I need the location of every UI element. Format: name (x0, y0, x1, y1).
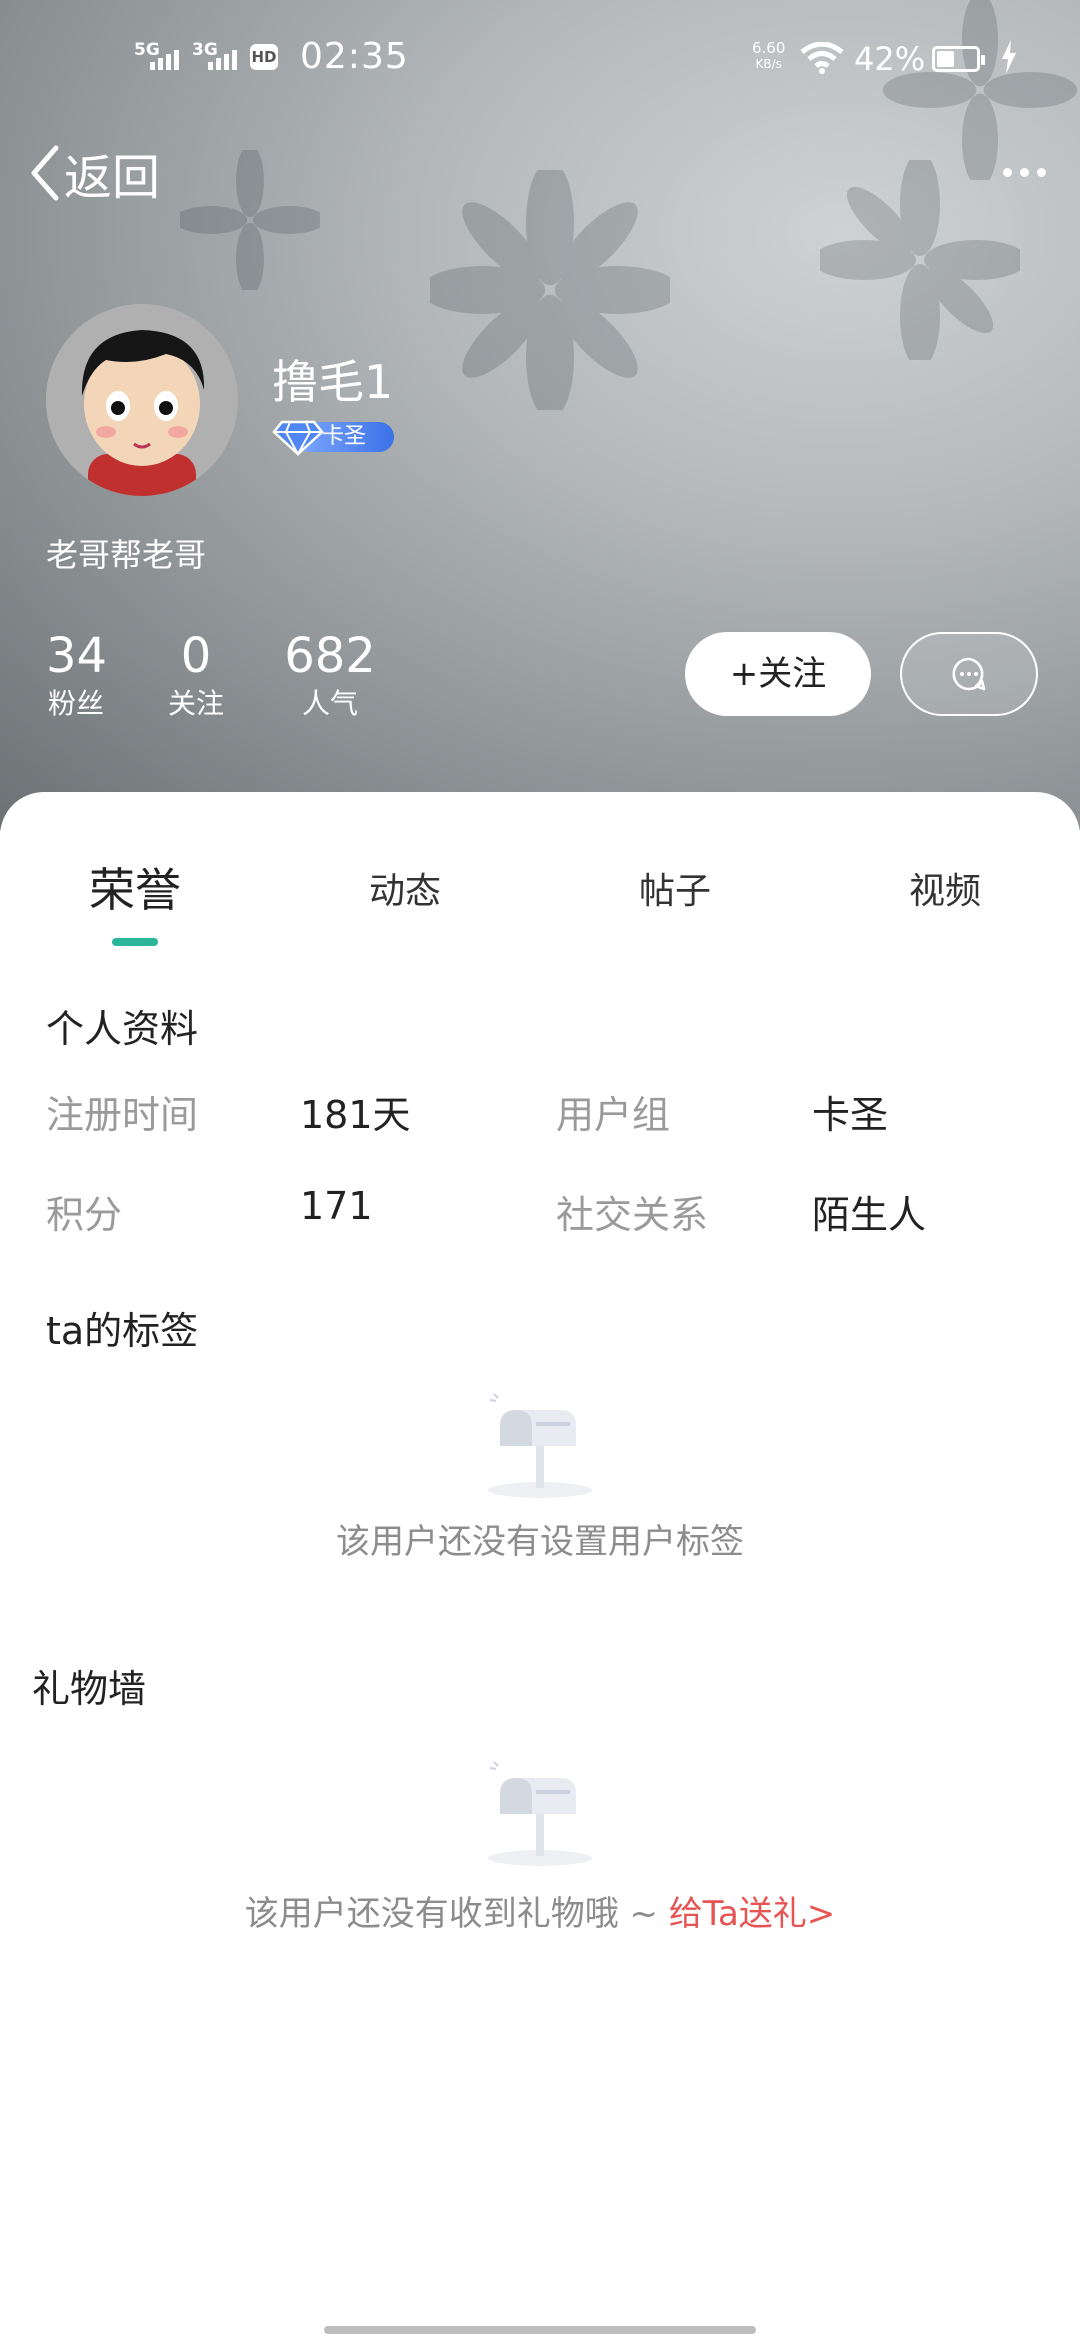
user-level-badge: 卡圣 (272, 420, 394, 456)
info-value-points: 171 (300, 1184, 373, 1228)
info-label-points: 积分 (46, 1193, 123, 1237)
profile-header: 5G 3G HD 02:35 6.60 KB/s 42% 返回 撸毛1 卡圣 老… (0, 0, 1080, 830)
info-label-register-time: 注册时间 (46, 1093, 199, 1137)
chevron-left-icon (31, 145, 59, 201)
info-value-register-time: 181天 (300, 1093, 411, 1137)
top-nav: 返回 (0, 130, 1080, 210)
stat-label: 粉丝 (47, 687, 104, 720)
more-button[interactable] (1003, 168, 1046, 177)
tab-honor[interactable]: 荣誉 (89, 854, 181, 920)
info-label-user-group: 用户组 (556, 1093, 671, 1137)
signal-icon (150, 50, 179, 70)
stat-value: 0 (180, 628, 212, 684)
message-button[interactable] (900, 632, 1038, 716)
more-dot (1003, 168, 1012, 177)
info-value-relation: 陌生人 (812, 1193, 927, 1237)
stat-label: 人气 (301, 687, 358, 720)
gift-empty-text: 该用户还没有收到礼物哦 ~ (244, 1894, 669, 1934)
tab-videos[interactable]: 视频 (909, 862, 981, 914)
gift-wall-title: 礼物墙 (32, 1667, 147, 1711)
follow-button[interactable]: +关注 (685, 632, 871, 716)
more-dot (1037, 168, 1046, 177)
diamond-icon (272, 420, 324, 456)
speed-unit: KB/s (755, 57, 782, 71)
stat-popularity[interactable]: 682 人气 (280, 626, 380, 722)
hd-icon: HD (250, 44, 278, 70)
tags-empty-text: 该用户还没有设置用户标签 (336, 1522, 744, 1562)
stat-value: 682 (284, 628, 376, 684)
chat-bubble-icon (952, 657, 986, 691)
clock: 02:35 (300, 36, 409, 77)
status-bar: 5G 3G HD 02:35 6.60 KB/s 42% (0, 0, 1080, 120)
home-indicator[interactable] (324, 2326, 756, 2334)
gift-empty-row: 该用户还没有收到礼物哦 ~ 给Ta送礼> (0, 1886, 1080, 1935)
tab-posts[interactable]: 帖子 (639, 862, 711, 914)
battery-percent: 42% (854, 40, 926, 78)
avatar-image (46, 304, 238, 496)
back-label: 返回 (64, 150, 161, 206)
user-bio: 老哥帮老哥 (46, 536, 207, 574)
network-speed: 6.60 KB/s (752, 40, 785, 72)
active-tab-indicator (112, 938, 158, 946)
avatar[interactable] (46, 304, 238, 496)
stat-label: 关注 (167, 687, 224, 720)
stat-value: 34 (46, 628, 108, 684)
tab-bar: 荣誉 动态 帖子 视频 (0, 862, 1080, 942)
info-value-user-group: 卡圣 (812, 1093, 889, 1137)
info-label-relation: 社交关系 (556, 1193, 709, 1237)
empty-mailbox-icon (488, 1393, 592, 1498)
tags-title: ta的标签 (46, 1309, 199, 1353)
charging-icon (1002, 40, 1016, 74)
speed-value: 6.60 (752, 39, 786, 57)
back-button[interactable]: 返回 (28, 138, 160, 208)
more-dot (1020, 168, 1029, 177)
battery-icon (932, 46, 985, 72)
send-gift-link[interactable]: 给Ta送礼> (669, 1894, 835, 1934)
signal-icon (208, 50, 237, 70)
content-sheet: 荣誉 动态 帖子 视频 个人资料 注册时间 181天 用户组 卡圣 积分 171… (0, 792, 1080, 2340)
tab-activity[interactable]: 动态 (369, 862, 441, 914)
stat-fans[interactable]: 34 粉丝 (46, 626, 108, 722)
empty-mailbox-icon (488, 1761, 592, 1866)
wifi-icon (800, 42, 844, 74)
personal-info-title: 个人资料 (46, 1007, 199, 1051)
stat-following[interactable]: 0 关注 (166, 626, 226, 722)
username: 撸毛1 (272, 355, 394, 409)
